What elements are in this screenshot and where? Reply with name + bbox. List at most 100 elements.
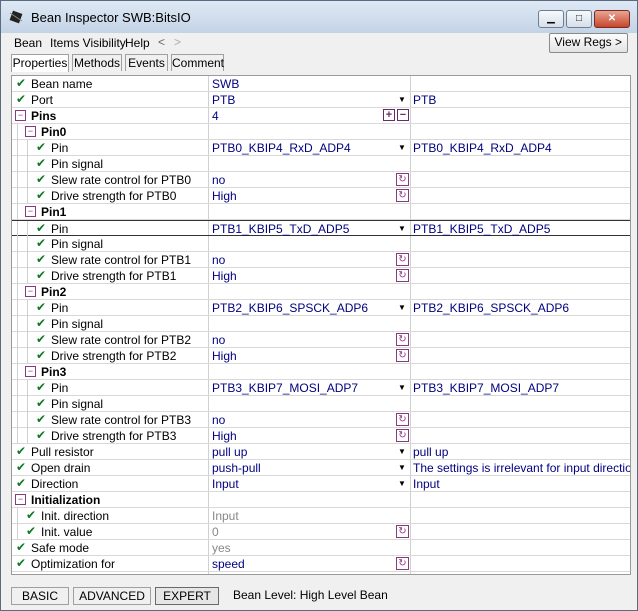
enabled-check-icon[interactable]: ✔ (14, 540, 28, 555)
menu-help[interactable]: Help (125, 36, 150, 50)
property-row[interactable]: ✔ Pin signal (12, 156, 630, 172)
property-row[interactable]: ✔ Pin signal (12, 396, 630, 412)
dropdown-arrow-icon[interactable]: ▼ (397, 462, 407, 473)
back-arrow[interactable]: < (158, 35, 165, 49)
property-value[interactable]: Input (212, 477, 239, 491)
property-row[interactable]: ✔ Optimization for speed ↻ (12, 556, 630, 572)
enabled-check-icon[interactable]: ✔ (34, 188, 48, 203)
maximize-button[interactable]: □ (566, 10, 592, 28)
add-item-icon[interactable]: + (383, 109, 395, 121)
property-value[interactable]: no (212, 173, 225, 187)
collapse-toggle-icon[interactable]: − (25, 206, 36, 217)
minimize-button[interactable]: ▁ (538, 10, 564, 28)
property-value[interactable]: 0 (212, 525, 219, 539)
tab-events[interactable]: Events (125, 54, 168, 71)
property-value[interactable]: speed (212, 557, 245, 571)
property-row[interactable]: ✔ Bean name SWB (12, 76, 630, 92)
property-row[interactable]: − Pins 4 + − (12, 108, 630, 124)
view-regs-button[interactable]: View Regs > (548, 33, 628, 53)
property-value[interactable]: push-pull (212, 461, 261, 475)
level-basic-button[interactable]: BASIC (11, 587, 69, 605)
property-row[interactable]: ✔ Slew rate control for PTB3 no ↻ (12, 412, 630, 428)
cycle-value-icon[interactable]: ↻ (396, 349, 409, 362)
property-row[interactable]: ✔ Open drain push-pull ▼ The settings is irr… (12, 460, 630, 476)
title-bar[interactable]: Bean Inspector SWB:BitsIO ▁ □ ✕ (1, 1, 637, 33)
enabled-check-icon[interactable]: ✔ (34, 268, 48, 283)
property-value[interactable]: PTB3_KBIP7_MOSI_ADP7 (212, 381, 358, 395)
cycle-value-icon[interactable]: ↻ (396, 525, 409, 538)
dropdown-arrow-icon[interactable]: ▼ (397, 478, 407, 489)
collapse-toggle-icon[interactable]: − (25, 286, 36, 297)
enabled-check-icon[interactable]: ✔ (34, 156, 48, 171)
cycle-value-icon[interactable]: ↻ (396, 269, 409, 282)
property-row[interactable]: ✔ Slew rate control for PTB0 no ↻ (12, 172, 630, 188)
enabled-check-icon[interactable]: ✔ (14, 444, 28, 459)
property-value[interactable]: High (212, 349, 237, 363)
enabled-check-icon[interactable]: ✔ (34, 396, 48, 411)
property-value[interactable]: yes (212, 541, 231, 555)
property-value[interactable]: PTB (212, 93, 235, 107)
enabled-check-icon[interactable]: ✔ (14, 76, 28, 91)
collapse-toggle-icon[interactable]: − (15, 494, 26, 505)
cycle-value-icon[interactable]: ↻ (396, 333, 409, 346)
enabled-check-icon[interactable]: ✔ (34, 172, 48, 187)
property-row[interactable]: ✔ Pin signal (12, 316, 630, 332)
collapse-toggle-icon[interactable]: − (15, 110, 26, 121)
property-row[interactable]: − Initialization (12, 492, 630, 508)
enabled-check-icon[interactable]: ✔ (34, 300, 48, 315)
level-advanced-button[interactable]: ADVANCED (73, 587, 151, 605)
property-row[interactable]: ✔ Slew rate control for PTB2 no ↻ (12, 332, 630, 348)
cycle-value-icon[interactable]: ↻ (396, 173, 409, 186)
property-row[interactable]: ✔ Drive strength for PTB2 High ↻ (12, 348, 630, 364)
property-row[interactable]: ✔ Safe mode yes (12, 540, 630, 556)
dropdown-arrow-icon[interactable]: ▼ (397, 142, 407, 153)
property-value[interactable]: PTB0_KBIP4_RxD_ADP4 (212, 141, 351, 155)
property-value[interactable]: no (212, 333, 225, 347)
property-value[interactable]: no (212, 253, 225, 267)
enabled-check-icon[interactable]: ✔ (34, 348, 48, 363)
enabled-check-icon[interactable]: ✔ (34, 428, 48, 443)
cycle-value-icon[interactable]: ↻ (396, 557, 409, 570)
level-expert-button[interactable]: EXPERT (155, 587, 219, 605)
collapse-toggle-icon[interactable]: − (25, 366, 36, 377)
property-value[interactable]: no (212, 413, 225, 427)
enabled-check-icon[interactable]: ✔ (34, 380, 48, 395)
cycle-value-icon[interactable]: ↻ (396, 429, 409, 442)
property-row[interactable]: ✔ Pull resistor pull up ▼ pull up (12, 444, 630, 460)
forward-arrow[interactable]: > (174, 35, 181, 49)
enabled-check-icon[interactable]: ✔ (14, 460, 28, 475)
property-value[interactable]: SWB (212, 77, 239, 91)
tab-comment[interactable]: Comment (171, 54, 224, 71)
cycle-value-icon[interactable]: ↻ (396, 189, 409, 202)
property-row[interactable]: ✔ Drive strength for PTB1 High ↻ (12, 268, 630, 284)
dropdown-arrow-icon[interactable]: ▼ (397, 302, 407, 313)
property-value[interactable]: Input (212, 509, 239, 523)
enabled-check-icon[interactable]: ✔ (14, 556, 28, 571)
enabled-check-icon[interactable]: ✔ (34, 140, 48, 155)
remove-item-icon[interactable]: − (397, 109, 409, 121)
menu-bean[interactable]: Bean (14, 36, 42, 50)
property-value[interactable]: High (212, 269, 237, 283)
dropdown-arrow-icon[interactable]: ▼ (397, 94, 407, 105)
tab-methods[interactable]: Methods (72, 54, 122, 71)
close-button[interactable]: ✕ (594, 10, 630, 28)
dropdown-arrow-icon[interactable]: ▼ (397, 382, 407, 393)
enabled-check-icon[interactable]: ✔ (34, 316, 48, 331)
property-row[interactable]: ✔ Init. value 0 ↻ (12, 524, 630, 540)
property-value[interactable]: High (212, 429, 237, 443)
enabled-check-icon[interactable]: ✔ (34, 236, 48, 251)
enabled-check-icon[interactable]: ✔ (14, 476, 28, 491)
property-row[interactable]: ✔ Pin signal (12, 236, 630, 252)
cycle-value-icon[interactable]: ↻ (396, 253, 409, 266)
property-row[interactable]: ✔ Drive strength for PTB3 High ↻ (12, 428, 630, 444)
property-row[interactable]: − Pin0 (12, 124, 630, 140)
property-row[interactable]: ✔ Init. direction Input (12, 508, 630, 524)
enabled-check-icon[interactable]: ✔ (14, 92, 28, 107)
property-value[interactable]: PTB2_KBIP6_SPSCK_ADP6 (212, 301, 368, 315)
enabled-check-icon[interactable]: ✔ (34, 221, 48, 236)
property-row[interactable]: ✔ Direction Input ▼ Input (12, 476, 630, 492)
property-value[interactable]: High (212, 189, 237, 203)
property-row[interactable]: ✔ Pin PTB0_KBIP4_RxD_ADP4 ▼ PTB0_KBIP4_RxD_A… (12, 140, 630, 156)
property-row[interactable]: − Pin2 (12, 284, 630, 300)
collapse-toggle-icon[interactable]: − (25, 126, 36, 137)
